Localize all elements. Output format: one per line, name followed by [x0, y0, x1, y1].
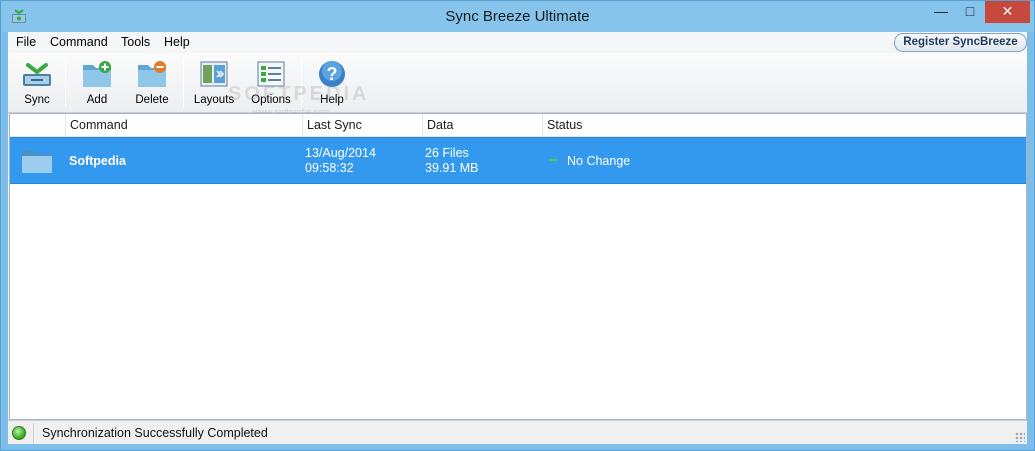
svg-text:?: ?: [327, 64, 338, 84]
status-dash-icon: [549, 159, 557, 161]
last-sync-date: 13/Aug/2014: [305, 146, 376, 160]
status-message: Synchronization Successfully Completed: [42, 426, 268, 440]
data-size: 39.91 MB: [425, 161, 479, 175]
client-area: File Command Tools Help Register SyncBre…: [8, 32, 1027, 444]
toolbar-separator: [65, 59, 66, 107]
register-button[interactable]: Register SyncBreeze: [894, 33, 1027, 52]
status-ok-icon: [12, 426, 26, 440]
toolbar: Sync Add Delete Layouts Options ? Help S…: [8, 53, 1027, 117]
folder-delete-icon: [138, 61, 166, 87]
menu-file[interactable]: File: [16, 35, 36, 49]
minimize-button[interactable]: —: [927, 1, 955, 23]
sync-button[interactable]: Sync: [10, 57, 64, 109]
status-separator: [33, 423, 34, 443]
menu-bar: File Command Tools Help Register SyncBre…: [8, 32, 1027, 53]
layouts-icon: [200, 61, 228, 87]
toolbar-separator: [183, 59, 184, 107]
folder-icon: [22, 151, 52, 173]
file-count: 26 Files: [425, 146, 469, 160]
folder-add-icon: [83, 61, 111, 87]
list-header: Command Last Sync Data Status: [10, 114, 1026, 137]
menu-tools[interactable]: Tools: [121, 35, 150, 49]
status-text: No Change: [567, 154, 631, 168]
sync-label: Sync: [24, 94, 50, 106]
resize-grip-icon[interactable]: [1015, 432, 1025, 442]
add-button[interactable]: Add: [70, 57, 124, 109]
menu-help[interactable]: Help: [164, 35, 190, 49]
title-bar[interactable]: Sync Breeze Ultimate — □ ✕: [1, 1, 1034, 32]
table-row[interactable]: Softpedia 13/Aug/2014 09:58:32 26 Files …: [10, 137, 1026, 184]
column-command[interactable]: Command: [65, 114, 305, 137]
last-sync-time: 09:58:32: [305, 161, 354, 175]
column-data[interactable]: Data: [422, 114, 542, 137]
commands-list[interactable]: Command Last Sync Data Status Softpedia …: [9, 113, 1027, 420]
menu-command[interactable]: Command: [50, 35, 108, 49]
status-bar: Synchronization Successfully Completed: [8, 420, 1027, 444]
sync-icon: [23, 63, 51, 86]
delete-button[interactable]: Delete: [125, 57, 179, 109]
add-label: Add: [86, 94, 108, 106]
window-title: Sync Breeze Ultimate: [445, 8, 590, 25]
column-status[interactable]: Status: [542, 114, 1026, 137]
close-button[interactable]: ✕: [985, 1, 1030, 23]
app-window: Sync Breeze Ultimate — □ ✕ File Command …: [0, 0, 1035, 451]
delete-label: Delete: [135, 94, 169, 106]
command-name: Softpedia: [69, 154, 126, 168]
watermark: SOFTPEDIA: [228, 83, 370, 105]
column-last-sync[interactable]: Last Sync: [302, 114, 422, 137]
maximize-button[interactable]: □: [955, 1, 985, 23]
